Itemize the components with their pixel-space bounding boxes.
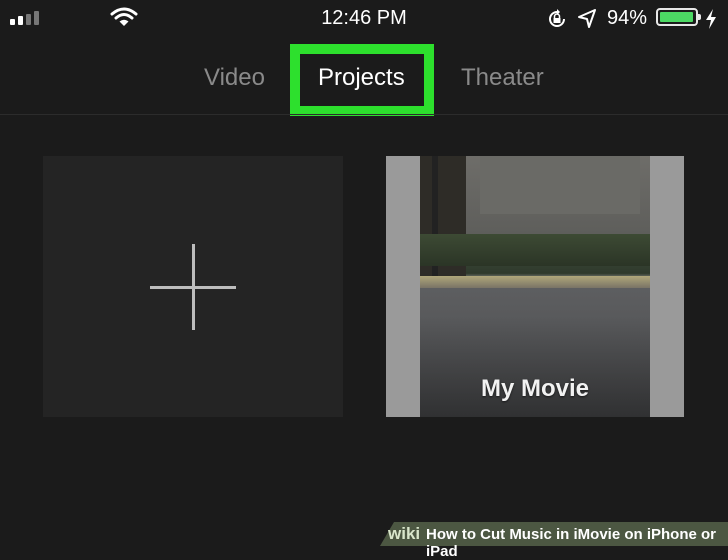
battery-icon: [656, 8, 701, 26]
watermark-wiki: wiki: [388, 524, 421, 543]
rotation-lock-icon: [549, 9, 565, 27]
new-project-button[interactable]: [43, 156, 343, 417]
watermark-caption: How to Cut Music in iMovie on iPhone or …: [426, 526, 716, 560]
project-card-my-movie[interactable]: My Movie: [386, 156, 684, 417]
status-bar: 12:46 PM 94%: [0, 0, 728, 38]
tab-bar: Video Projects Theater: [0, 44, 728, 116]
tab-projects[interactable]: Projects: [318, 64, 405, 92]
tab-divider: [0, 114, 728, 115]
plus-icon: [150, 244, 236, 330]
battery-percent: 94%: [607, 7, 648, 29]
tab-video[interactable]: Video: [204, 64, 265, 92]
charging-bolt-icon: [706, 9, 716, 29]
location-icon: [578, 9, 596, 28]
tab-theater[interactable]: Theater: [461, 64, 544, 92]
project-title: My Movie: [480, 375, 590, 402]
